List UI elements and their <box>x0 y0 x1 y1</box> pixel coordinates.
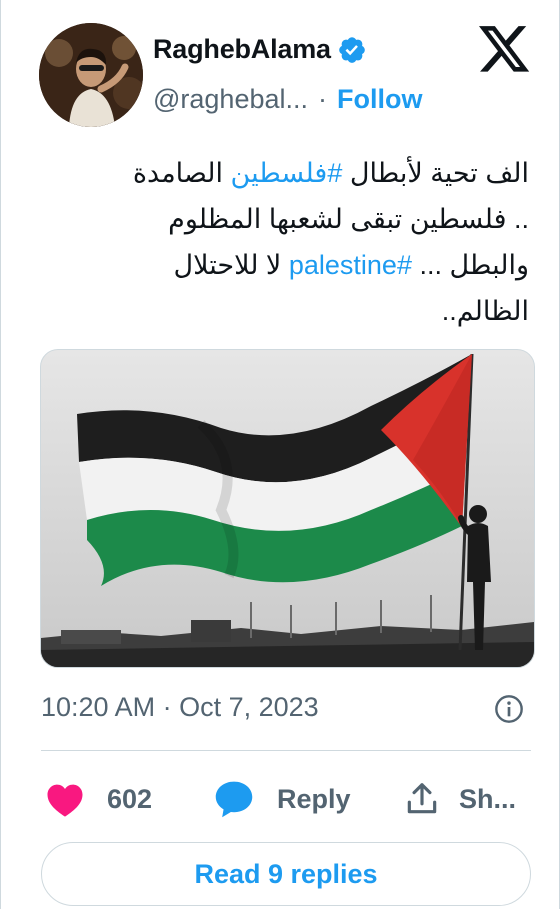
tweet-media-photo[interactable] <box>40 349 535 668</box>
like-count: 602 <box>107 783 153 814</box>
share-upload-icon <box>407 783 437 814</box>
author-handle[interactable]: @raghebal... <box>153 84 308 115</box>
tweet-text-segment: والبطل ... <box>411 250 529 280</box>
share-button[interactable]: Sh... <box>403 776 516 822</box>
tweet-time: 10:20 AM <box>41 692 156 722</box>
read-replies-label: Read 9 replies <box>194 858 378 889</box>
flag-photo-image <box>41 350 534 667</box>
separator-dot: · <box>318 84 327 114</box>
follow-button[interactable]: Follow <box>337 84 422 115</box>
tweet-line-1: الف تحية لأبطال #فلسطين الصامدة <box>29 150 529 196</box>
heart-icon <box>47 784 83 817</box>
info-icon[interactable] <box>493 693 525 725</box>
share-label: Sh... <box>459 783 517 814</box>
tweet-date: Oct 7, 2023 <box>179 692 319 722</box>
tweet-line-4: الظالم.. <box>441 296 529 326</box>
tweet-embed-card: RaghebAlama @raghebal... · Follow الف تح… <box>0 0 560 909</box>
tweet-line-3: والبطل ... #palestine لا للاحتلال <box>29 242 529 288</box>
read-replies-button[interactable]: Read 9 replies <box>41 842 531 906</box>
x-logo-icon[interactable] <box>479 26 531 74</box>
avatar-image <box>39 23 143 127</box>
hashtag-link-palestine-en[interactable]: #palestine <box>289 250 412 280</box>
verified-badge-icon <box>339 36 365 63</box>
author-name-row[interactable]: RaghebAlama <box>153 34 367 65</box>
like-button[interactable]: 602 <box>45 776 152 822</box>
tweet-line-2: .. فلسطين تبقى لشعبها المظلوم <box>168 204 529 234</box>
reply-label: Reply <box>277 783 351 814</box>
avatar[interactable] <box>39 23 143 127</box>
separator-dot: · <box>162 692 172 722</box>
author-display-name[interactable]: RaghebAlama <box>153 34 331 65</box>
tweet-text-segment: الف تحية لأبطال <box>342 158 529 188</box>
tweet-text: الف تحية لأبطال #فلسطين الصامدة .. فلسطي… <box>29 150 529 334</box>
hashtag-link-palestine-ar[interactable]: #فلسطين <box>231 158 343 188</box>
tweet-text-segment: الصامدة <box>132 158 231 188</box>
divider <box>41 750 531 751</box>
tweet-text-segment: لا للاحتلال <box>173 250 289 280</box>
speech-bubble-icon <box>215 781 253 818</box>
author-handle-row: @raghebal... · Follow <box>153 84 422 115</box>
tweet-timestamp[interactable]: 10:20 AM · Oct 7, 2023 <box>41 692 319 723</box>
reply-button[interactable]: Reply <box>213 776 351 822</box>
action-bar: 602 Reply Sh... <box>41 776 531 822</box>
